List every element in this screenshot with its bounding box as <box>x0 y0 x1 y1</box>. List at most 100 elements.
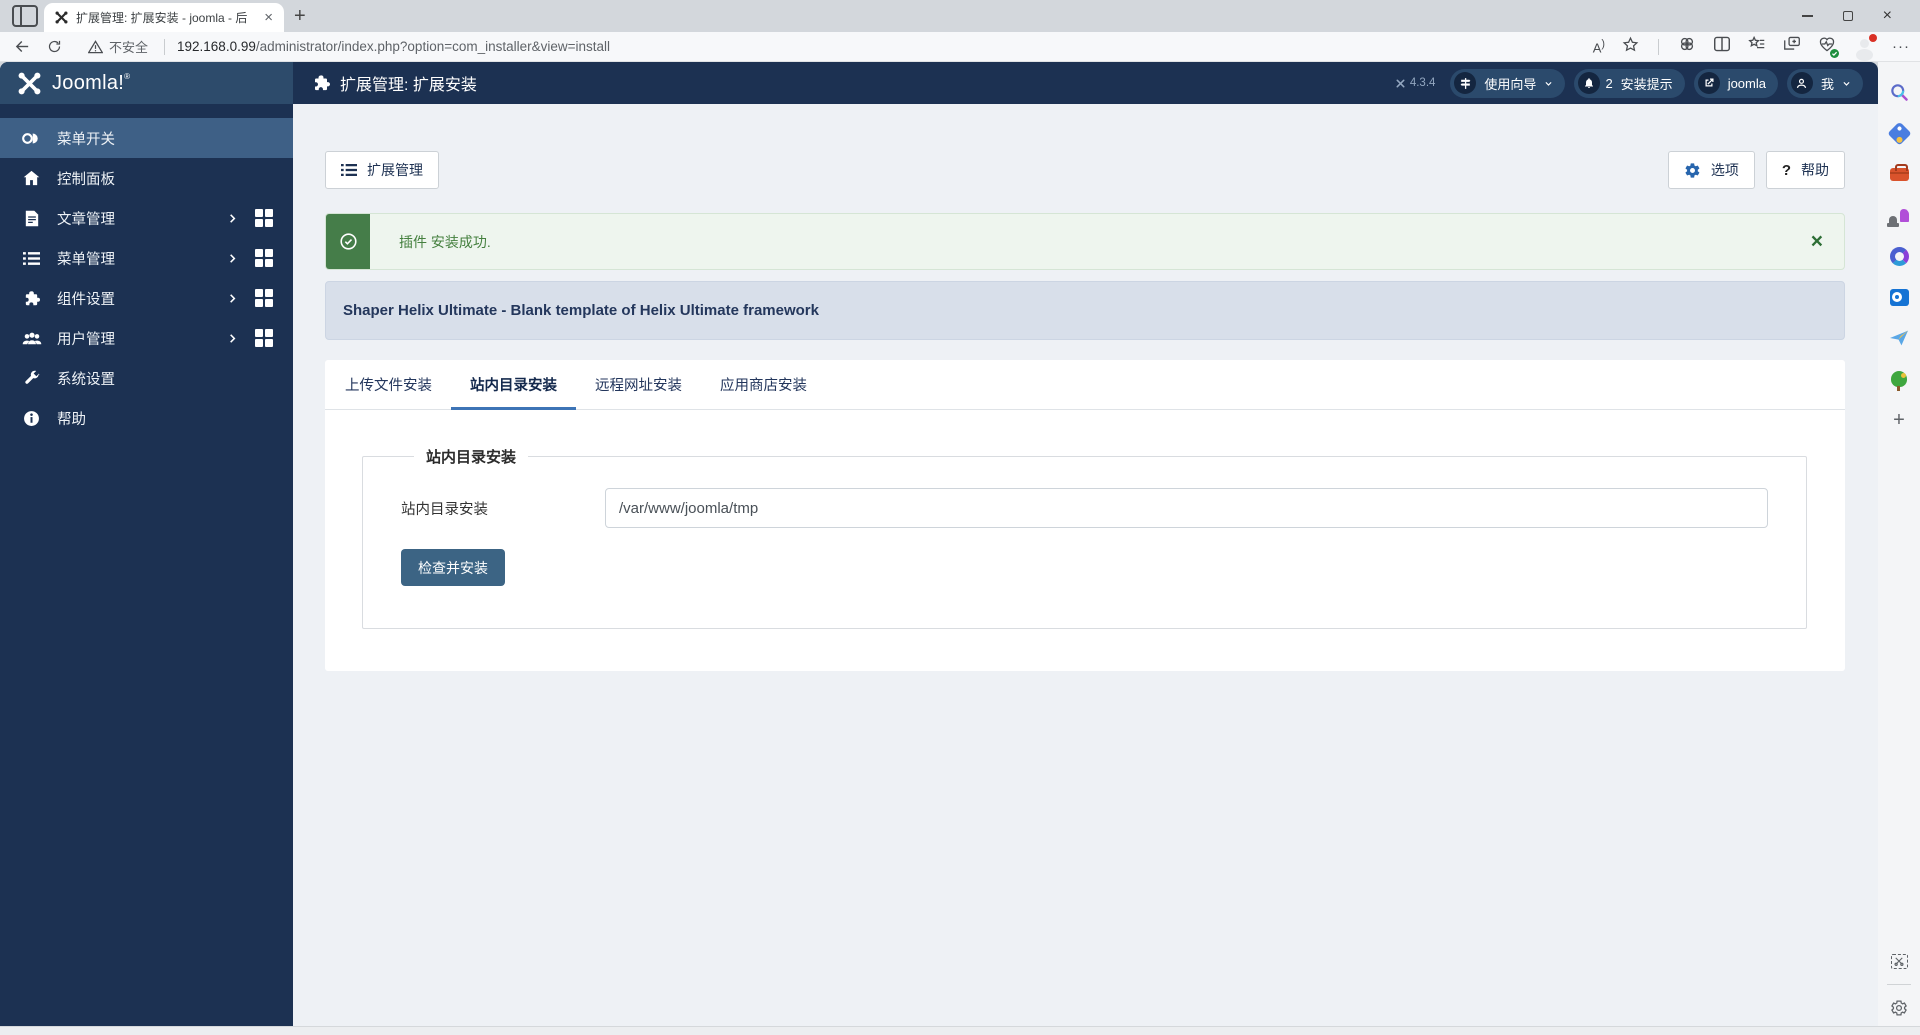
sidebar-add-icon[interactable]: + <box>1887 408 1911 432</box>
tab-groups-icon[interactable] <box>1783 36 1801 57</box>
browser-tab[interactable]: 扩展管理: 扩展安装 - joomla - 后 × <box>44 3 284 32</box>
divider <box>164 38 166 55</box>
games-icon[interactable] <box>1887 203 1911 227</box>
site-security-chip[interactable]: 不安全 <box>88 37 148 56</box>
close-window-icon[interactable]: × <box>1883 8 1892 24</box>
options-button[interactable]: 选项 <box>1667 151 1755 189</box>
url-text[interactable]: 192.168.0.99/administrator/index.php?opt… <box>177 39 1583 54</box>
joomla-favicon <box>55 11 68 24</box>
user-icon <box>1790 72 1813 94</box>
sidebar-item-users[interactable]: 用户管理 <box>0 318 293 358</box>
page-title: 扩展管理: 扩展安装 <box>293 62 477 104</box>
chevron-right-icon <box>230 333 236 343</box>
sidebar-item-help[interactable]: 帮助 <box>0 398 293 438</box>
page-title-text: 扩展管理: 扩展安装 <box>340 77 477 94</box>
user-menu-pill[interactable]: 我 <box>1786 68 1863 98</box>
alert-close-icon[interactable]: × <box>1811 231 1823 252</box>
template-banner: Shaper Helix Ultimate - Blank template o… <box>325 281 1845 340</box>
home-icon <box>21 170 42 186</box>
extensions-icon[interactable] <box>1678 35 1696 58</box>
tab-close-icon[interactable]: × <box>261 9 276 26</box>
minimize-icon[interactable] <box>1801 15 1813 17</box>
workspace: Joomla!® 扩展管理: 扩展安装 4.3.4 使用向导 2 安装提示 jo… <box>0 62 1920 1026</box>
check-and-install-button[interactable]: 检查并安装 <box>401 549 505 586</box>
question-icon: ? <box>1781 161 1791 179</box>
install-fieldset: 站内目录安装 站内目录安装 检查并安装 <box>362 446 1807 629</box>
window-bottom-edge <box>0 1026 1920 1035</box>
microsoft-365-icon[interactable] <box>1887 244 1911 268</box>
admin-sidebar: 菜单开关 控制面板 文章管理 菜单管理 组件设置 用户管理 系统设置 帮助 <box>0 104 293 1026</box>
article-icon <box>21 210 42 227</box>
folder-path-input[interactable] <box>605 488 1768 528</box>
divider <box>1887 984 1911 985</box>
window-controls: × <box>1801 0 1892 32</box>
gear-icon <box>1685 162 1700 178</box>
joomla-version-icon <box>1396 79 1405 87</box>
tab-install-from-web[interactable]: 应用商店安装 <box>701 360 826 409</box>
sidebar-item-dashboard[interactable]: 控制面板 <box>0 158 293 198</box>
back-icon[interactable] <box>14 38 31 55</box>
guided-tour-pill[interactable]: 使用向导 <box>1450 68 1566 98</box>
edge-sidebar: + <box>1878 62 1920 1026</box>
settings-more-icon[interactable]: ··· <box>1892 38 1910 55</box>
search-icon[interactable] <box>1887 80 1911 104</box>
screenshot-icon[interactable] <box>1887 949 1911 973</box>
dashboard-grid-icon[interactable] <box>255 209 273 227</box>
address-bar-actions: A) ··· <box>1593 33 1910 58</box>
sidebar-item-system[interactable]: 系统设置 <box>0 358 293 398</box>
edge-sidebar-bottom <box>1887 949 1911 1020</box>
chevron-down-icon <box>1843 81 1850 86</box>
chevron-right-icon <box>230 213 236 223</box>
tab-upload-package[interactable]: 上传文件安装 <box>326 360 451 409</box>
notification-count: 2 <box>1605 75 1613 91</box>
users-icon <box>21 331 42 346</box>
browser-tab-bar: 扩展管理: 扩展安装 - joomla - 后 × + × <box>0 0 1920 32</box>
sidebar-item-components[interactable]: 组件设置 <box>0 278 293 318</box>
sidebar-item-menus[interactable]: 菜单管理 <box>0 238 293 278</box>
read-aloud-icon[interactable]: A) <box>1593 38 1605 55</box>
tab-install-from-url[interactable]: 远程网址安装 <box>576 360 701 409</box>
alert-message: 插件 安装成功. <box>399 233 491 250</box>
joomla-body: 菜单开关 控制面板 文章管理 菜单管理 组件设置 用户管理 系统设置 帮助 扩展… <box>0 104 1878 1026</box>
puzzle-icon <box>21 290 42 307</box>
dashboard-grid-icon[interactable] <box>255 249 273 267</box>
install-panel: 上传文件安装 站内目录安装 远程网址安装 应用商店安装 站内目录安装 站内目录安… <box>325 360 1845 671</box>
outlook-icon[interactable] <box>1887 285 1911 309</box>
preview-site-pill[interactable]: joomla <box>1693 68 1778 98</box>
toggle-icon <box>21 131 42 146</box>
bell-icon <box>1578 72 1601 94</box>
tools-icon[interactable] <box>1887 162 1911 186</box>
post-install-messages-pill[interactable]: 2 安装提示 <box>1574 68 1685 98</box>
extensions-manage-button[interactable]: 扩展管理 <box>325 151 439 189</box>
joomla-header: Joomla!® 扩展管理: 扩展安装 4.3.4 使用向导 2 安装提示 jo… <box>0 62 1878 104</box>
sidebar-item-toggle-menu[interactable]: 菜单开关 <box>0 118 293 158</box>
sidebar-settings-icon[interactable] <box>1887 996 1911 1020</box>
drop-icon[interactable] <box>1887 326 1911 350</box>
refresh-icon[interactable] <box>47 39 62 54</box>
joomla-logo-icon <box>18 72 41 94</box>
split-screen-icon[interactable] <box>1713 36 1731 57</box>
form-row: 站内目录安装 <box>401 488 1768 528</box>
help-button[interactable]: ? 帮助 <box>1765 151 1845 189</box>
tab-install-from-folder[interactable]: 站内目录安装 <box>451 360 576 410</box>
chevron-right-icon <box>230 293 236 303</box>
list-icon <box>21 251 42 266</box>
dashboard-grid-icon[interactable] <box>255 289 273 307</box>
new-tab-button[interactable]: + <box>294 6 306 26</box>
sidebar-item-content[interactable]: 文章管理 <box>0 198 293 238</box>
chevron-down-icon <box>1545 81 1552 86</box>
favorite-star-icon[interactable] <box>1622 36 1639 58</box>
favorites-collections-icon[interactable] <box>1748 35 1766 57</box>
toolbar: 扩展管理 选项 ? 帮助 <box>325 151 1845 189</box>
profile-avatar[interactable] <box>1853 33 1877 58</box>
info-icon <box>21 410 42 427</box>
dashboard-grid-icon[interactable] <box>255 329 273 347</box>
joomla-logo[interactable]: Joomla!® <box>0 62 293 104</box>
tree-hunt-icon[interactable] <box>1887 367 1911 391</box>
joomla-logo-text: Joomla!® <box>52 71 131 94</box>
maximize-icon[interactable] <box>1842 11 1853 21</box>
external-link-icon <box>1697 72 1720 94</box>
shopping-icon[interactable] <box>1886 120 1912 146</box>
tab-activities-icon[interactable] <box>12 5 38 27</box>
browser-essentials-icon[interactable] <box>1818 36 1839 58</box>
